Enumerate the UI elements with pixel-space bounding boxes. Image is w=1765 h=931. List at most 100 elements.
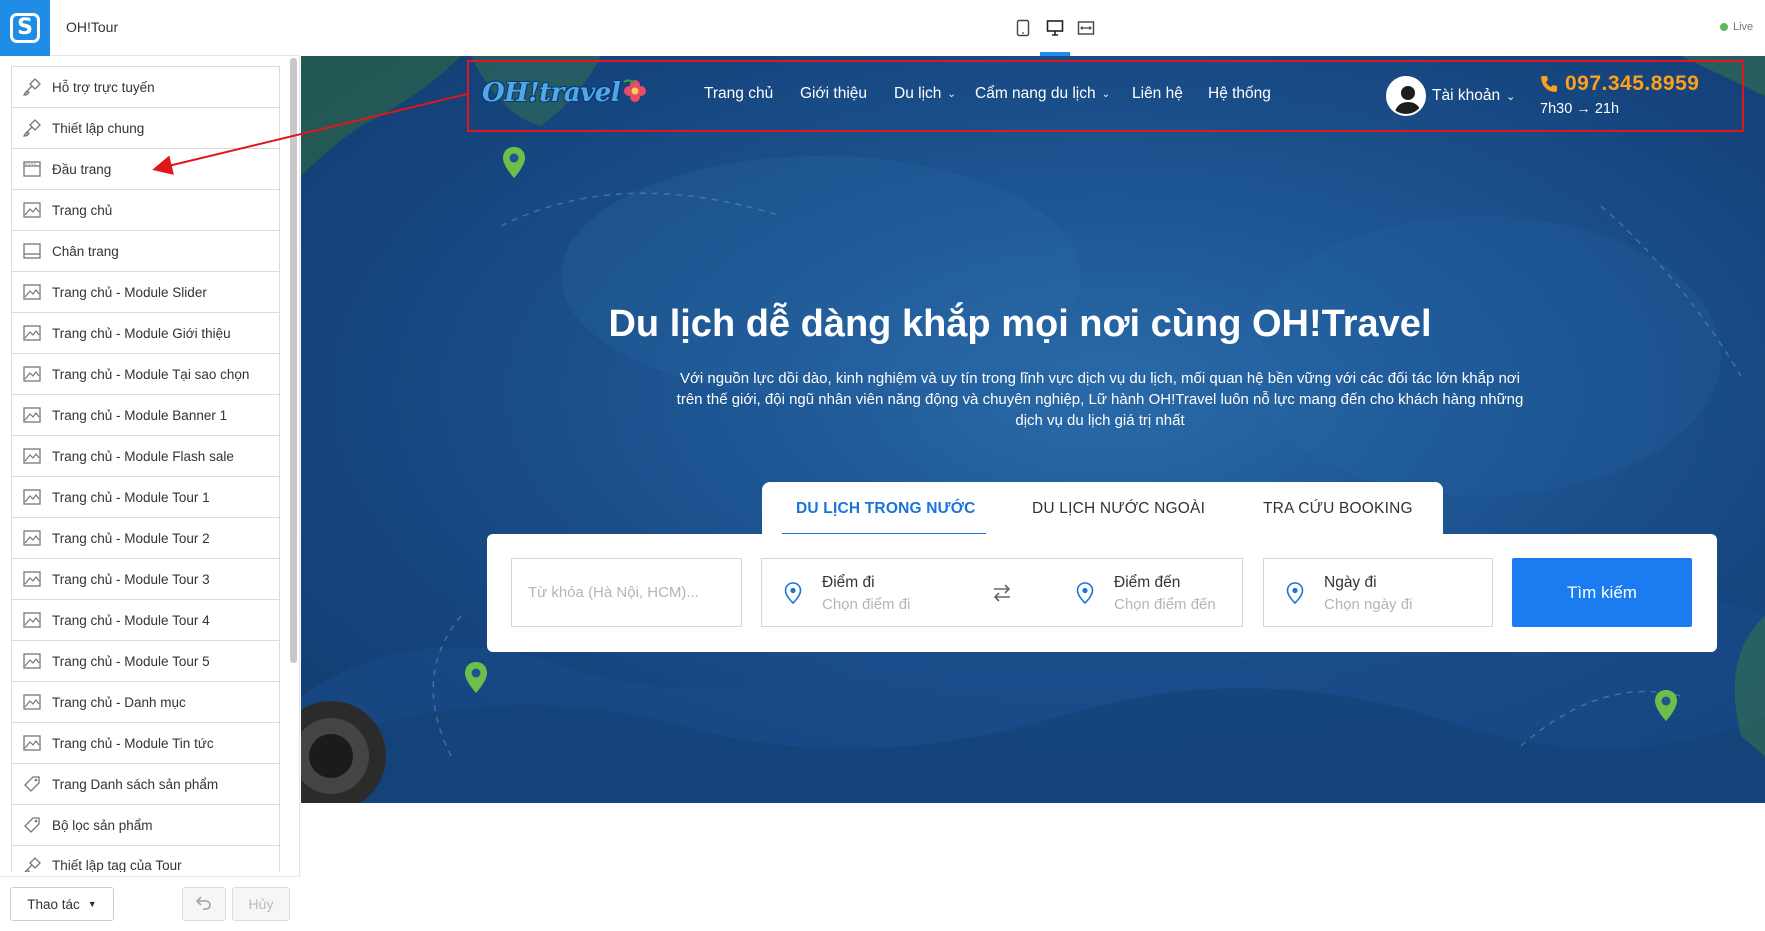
- nav-about[interactable]: Giới thiệu: [800, 85, 867, 103]
- sidebar-item-module-news[interactable]: Trang chủ - Module Tin tức: [11, 722, 280, 763]
- cancel-button[interactable]: Hủy: [232, 887, 290, 921]
- account-label: Tài khoản: [1432, 87, 1501, 104]
- sidebar: S OH!Tour Hỗ trợ trực tuyến Thiết lập ch…: [0, 0, 300, 931]
- departure-label: Điểm đi: [822, 574, 875, 591]
- destination-placeholder: Chọn điểm đến: [1114, 596, 1216, 613]
- undo-button[interactable]: [182, 887, 226, 921]
- site-logo[interactable]: OH!travel: [482, 78, 652, 114]
- image-icon: [22, 733, 42, 753]
- sidebar-item-module-slider[interactable]: Trang chủ - Module Slider: [11, 271, 280, 312]
- account-menu[interactable]: Tài khoản ⌄: [1386, 76, 1515, 116]
- sidebar-item-label: Trang chủ - Module Banner 1: [52, 407, 228, 423]
- sidebar-footer: Thao tác ▼ Hủy: [0, 876, 300, 931]
- sidebar-item-label: Trang chủ - Module Tour 1: [52, 489, 210, 505]
- image-icon: [22, 610, 42, 630]
- map-pin-icon: [503, 147, 525, 178]
- brush-icon: [22, 856, 42, 872]
- sidebar-header: S OH!Tour: [0, 0, 300, 56]
- hero-description-line: trên thế giới, đội ngũ nhân viên năng độ…: [676, 391, 1524, 408]
- mobile-view-icon[interactable]: [1011, 16, 1035, 40]
- keyword-field: [511, 558, 742, 627]
- nav-travel[interactable]: Du lịch ⌄: [894, 85, 956, 103]
- sidebar-item-header[interactable]: Đầu trang: [11, 148, 280, 189]
- sidebar-item-label: Trang chủ - Module Flash sale: [52, 448, 234, 464]
- departure-placeholder: Chọn điểm đi: [822, 596, 911, 613]
- caret-down-icon: ▼: [87, 899, 97, 909]
- footer-layout-icon: [22, 241, 42, 261]
- sidebar-item-product-list[interactable]: Trang Danh sách sản phẩm: [11, 763, 280, 804]
- live-label: Live: [1733, 21, 1754, 33]
- actions-label: Thao tác: [27, 896, 80, 912]
- destination-label: Điểm đến: [1114, 574, 1181, 591]
- sidebar-item-label: Hỗ trợ trực tuyến: [52, 79, 155, 95]
- location-pin-icon: [1076, 582, 1094, 604]
- nav-label: Hệ thống: [1208, 85, 1271, 102]
- sidebar-item-label: Thiết lập chung: [52, 120, 145, 136]
- sidebar-item-module-banner-1[interactable]: Trang chủ - Module Banner 1: [11, 394, 280, 435]
- site-name: OH!Tour: [66, 19, 119, 35]
- sidebar-item-categories[interactable]: Trang chủ - Danh mục: [11, 681, 280, 722]
- image-icon: [22, 446, 42, 466]
- brush-icon: [22, 77, 42, 97]
- nav-label: Trang chủ: [704, 85, 774, 102]
- sidebar-item-module-tour-4[interactable]: Trang chủ - Module Tour 4: [11, 599, 280, 640]
- sidebar-item-module-why[interactable]: Trang chủ - Module Tại sao chọn: [11, 353, 280, 394]
- route-field: Điểm đi Chọn điểm đi Điểm đến Chọn điểm …: [761, 558, 1243, 627]
- actions-dropdown-button[interactable]: Thao tác ▼: [10, 887, 114, 921]
- nav-guide[interactable]: Cẩm nang du lịch ⌄: [975, 85, 1110, 103]
- swap-icon[interactable]: [990, 581, 1014, 605]
- image-icon: [22, 528, 42, 548]
- sidebar-scrollbar[interactable]: [290, 58, 297, 663]
- fullwidth-view-icon[interactable]: [1074, 16, 1098, 40]
- sidebar-item-label: Trang chủ - Module Tour 5: [52, 653, 210, 669]
- nav-label: Giới thiệu: [800, 85, 868, 102]
- sidebar-item-label: Trang chủ: [52, 202, 113, 218]
- sidebar-item-label: Đầu trang: [52, 161, 112, 177]
- sidebar-item-label: Trang chủ - Module Tin tức: [52, 735, 214, 751]
- sidebar-item-online-support[interactable]: Hỗ trợ trực tuyến: [11, 66, 280, 107]
- app-logo[interactable]: S: [0, 0, 50, 56]
- sidebar-item-home[interactable]: Trang chủ: [11, 189, 280, 230]
- location-pin-icon: [784, 582, 802, 604]
- image-icon: [22, 692, 42, 712]
- search-tabs: DU LỊCH TRONG NƯỚC DU LỊCH NƯỚC NGOÀI TR…: [762, 482, 1443, 536]
- search-panel: Điểm đi Chọn điểm đi Điểm đến Chọn điểm …: [487, 534, 1717, 652]
- live-status: Live: [1720, 21, 1753, 33]
- sidebar-item-module-tour-2[interactable]: Trang chủ - Module Tour 2: [11, 517, 280, 558]
- date-label: Ngày đi: [1324, 574, 1377, 591]
- sidebar-item-footer[interactable]: Chân trang: [11, 230, 280, 271]
- tag-icon: [22, 815, 42, 835]
- tab-booking-lookup[interactable]: TRA CỨU BOOKING: [1263, 500, 1413, 518]
- flower-icon: [623, 79, 646, 102]
- brush-icon: [22, 118, 42, 138]
- sidebar-item-label: Trang chủ - Module Giới thiệu: [52, 325, 231, 341]
- sidebar-item-label: Trang chủ - Module Tour 4: [52, 612, 210, 628]
- tab-domestic[interactable]: DU LỊCH TRONG NƯỚC: [796, 500, 976, 518]
- hotline[interactable]: 097.345.8959: [1539, 72, 1699, 96]
- live-dot-icon: [1720, 23, 1728, 31]
- sidebar-item-module-tour-1[interactable]: Trang chủ - Module Tour 1: [11, 476, 280, 517]
- image-icon: [22, 364, 42, 384]
- date-field[interactable]: Ngày đi Chọn ngày đi: [1263, 558, 1493, 627]
- settings-list: Hỗ trợ trực tuyến Thiết lập chung Đầu tr…: [11, 66, 280, 872]
- desktop-view-icon[interactable]: [1043, 16, 1067, 40]
- sidebar-item-tour-tags[interactable]: Thiết lập tag của Tour: [11, 845, 280, 872]
- sidebar-item-general-settings[interactable]: Thiết lập chung: [11, 107, 280, 148]
- sidebar-item-module-tour-3[interactable]: Trang chủ - Module Tour 3: [11, 558, 280, 599]
- nav-home[interactable]: Trang chủ: [704, 85, 773, 103]
- nav-label: Liên hệ: [1132, 85, 1183, 102]
- map-pin-icon: [1655, 690, 1677, 721]
- sidebar-item-module-intro[interactable]: Trang chủ - Module Giới thiệu: [11, 312, 280, 353]
- sidebar-item-product-filter[interactable]: Bộ lọc sản phẩm: [11, 804, 280, 845]
- sidebar-item-module-tour-5[interactable]: Trang chủ - Module Tour 5: [11, 640, 280, 681]
- image-icon: [22, 569, 42, 589]
- sidebar-item-module-flash-sale[interactable]: Trang chủ - Module Flash sale: [11, 435, 280, 476]
- sidebar-item-label: Trang chủ - Module Slider: [52, 284, 207, 300]
- search-button[interactable]: Tìm kiếm: [1512, 558, 1692, 627]
- working-hours: 7h30 → 21h: [1540, 101, 1620, 117]
- keyword-input[interactable]: [512, 559, 741, 626]
- nav-system[interactable]: Hệ thống: [1208, 85, 1271, 103]
- nav-contact[interactable]: Liên hệ: [1132, 85, 1183, 103]
- tab-international[interactable]: DU LỊCH NƯỚC NGOÀI: [1032, 500, 1205, 518]
- sidebar-item-label: Thiết lập tag của Tour: [52, 858, 182, 872]
